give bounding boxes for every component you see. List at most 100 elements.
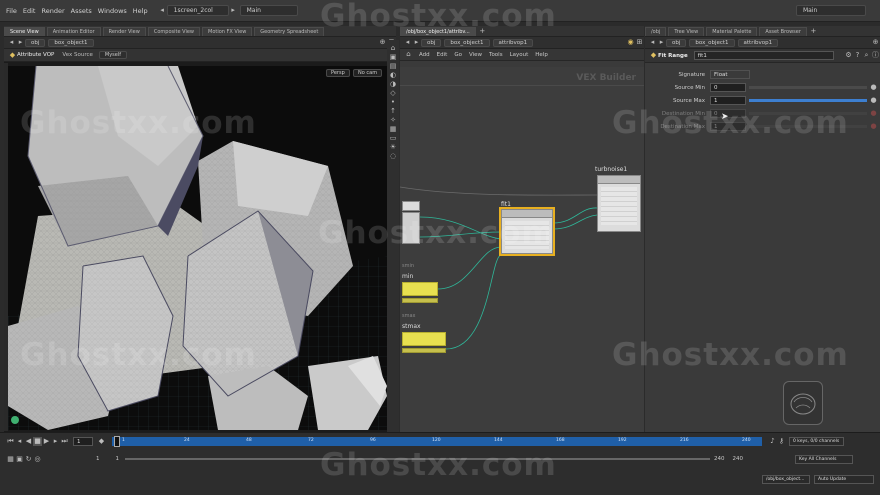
tab-motion-fx-view[interactable]: Motion FX View [202, 27, 253, 36]
audio-icon[interactable]: ♪ [768, 437, 777, 446]
persp-dropdown[interactable]: Persp [326, 69, 350, 77]
right-main-selector[interactable]: Main [796, 5, 866, 16]
key-all-channels-button[interactable]: Key All Channels [795, 454, 853, 464]
desktop-arrow-right-icon[interactable]: ▸ [229, 6, 238, 15]
range-start[interactable]: 1 [96, 456, 100, 462]
net-path-obj[interactable]: obj [421, 38, 442, 47]
help-icon[interactable]: ? [853, 51, 862, 60]
net-menu-layout[interactable]: Layout [510, 52, 529, 58]
source-min-slider[interactable] [749, 86, 867, 89]
myself-dropdown[interactable]: Myself [98, 51, 127, 59]
tab-composite-view[interactable]: Composite View [147, 27, 200, 36]
dest-min-slider[interactable] [749, 112, 867, 115]
net-menu-edit[interactable]: Edit [437, 52, 448, 58]
param-back-icon[interactable]: ◂ [648, 38, 657, 47]
play-icon[interactable]: ▶ [42, 437, 51, 446]
dest-max-field[interactable]: 1 [710, 122, 746, 131]
realtime-icon[interactable]: ▣ [15, 455, 24, 464]
net-path-attribvop[interactable]: attribvop1 [492, 38, 534, 47]
param-pin-icon[interactable]: ⊕ [871, 38, 880, 47]
range-end-field[interactable]: 240 [714, 456, 725, 462]
camera-dropdown[interactable]: No cam [353, 69, 383, 77]
main-selector[interactable]: Main [239, 5, 298, 16]
node-name-field[interactable]: fit1 [693, 51, 834, 60]
path-obj[interactable]: obj [25, 38, 46, 47]
range-end[interactable]: 240 [733, 456, 744, 462]
source-max-slider[interactable] [749, 99, 867, 102]
net-path-box-object[interactable]: box_object1 [444, 38, 490, 47]
display-icon[interactable]: ◐ [389, 71, 398, 80]
net-forward-icon[interactable]: ▸ [412, 38, 421, 47]
node-stmax-output[interactable] [402, 348, 446, 353]
param-path-box-object[interactable]: box_object1 [689, 38, 735, 47]
desktop-arrow-icon[interactable]: ◂ [158, 6, 167, 15]
network-canvas[interactable]: VEX Builder turbnoise1 fit1 smin min sma… [400, 67, 644, 432]
frame-ruler[interactable]: 1 24 48 72 96 120 144 168 192 216 240 [112, 435, 762, 447]
camera-icon[interactable]: ▭ [389, 134, 398, 143]
menu-windows[interactable]: Windows [98, 7, 127, 15]
menu-file[interactable]: File [6, 7, 17, 15]
back-icon[interactable]: ◂ [7, 38, 16, 47]
auto-update-dropdown[interactable]: Auto Update [814, 474, 874, 484]
tab-network-path[interactable]: /obj/box_object1/attribv... [400, 27, 476, 36]
normal-icon[interactable]: ↑ [389, 107, 398, 116]
key-filter-icon[interactable]: ⚷ [777, 437, 786, 446]
param-path-attribvop[interactable]: attribvop1 [737, 38, 779, 47]
current-frame-field[interactable]: 1 [73, 436, 93, 446]
wire-icon[interactable]: ◇ [389, 89, 398, 98]
pin-icon[interactable]: ⊕ [378, 38, 387, 47]
lock-icon[interactable]: ▤ [389, 62, 398, 71]
tab-obj[interactable]: /obj [645, 27, 667, 36]
net-menu-go[interactable]: Go [454, 52, 462, 58]
param-add-tab-icon[interactable]: + [809, 27, 818, 36]
net-menu-help[interactable]: Help [535, 52, 548, 58]
light-icon[interactable]: ☀ [389, 143, 398, 152]
source-min-channel-icon[interactable]: ● [869, 83, 878, 92]
net-menu-tools[interactable]: Tools [489, 52, 503, 58]
tab-asset-browser[interactable]: Asset Browser [759, 27, 807, 36]
loop-icon[interactable]: ↻ [24, 455, 33, 464]
node-fit[interactable] [499, 207, 555, 256]
net-menu-view[interactable]: View [469, 52, 482, 58]
3d-viewport[interactable]: Persp No cam [8, 66, 387, 430]
menu-help[interactable]: Help [133, 7, 148, 15]
tab-animation-editor[interactable]: Animation Editor [46, 27, 101, 36]
path-box-object[interactable]: box_object1 [48, 38, 94, 47]
tab-tree-view[interactable]: Tree View [668, 27, 705, 36]
node-stmax[interactable] [402, 332, 446, 346]
frame-icon[interactable]: ▣ [389, 53, 398, 62]
range-slider[interactable] [125, 458, 710, 460]
search-icon[interactable]: ⌕ [862, 51, 871, 60]
node-global-input[interactable] [402, 201, 420, 211]
net-tool-icon[interactable]: ⌂ [404, 50, 413, 59]
point-icon[interactable]: • [389, 98, 398, 107]
dest-max-channel-icon[interactable]: ● [869, 122, 878, 131]
last-frame-icon[interactable]: ⏭ [60, 437, 69, 446]
grid-icon[interactable]: ▦ [389, 125, 398, 134]
tab-render-view[interactable]: Render View [102, 27, 146, 36]
gear-icon[interactable]: ⚙ [844, 51, 853, 60]
step-back-icon[interactable]: ◂ [15, 437, 24, 446]
menu-assets[interactable]: Assets [71, 7, 92, 15]
range-start-field[interactable]: 1 [116, 456, 120, 462]
snap-icon[interactable]: ✧ [389, 116, 398, 125]
signature-dropdown[interactable]: Float [710, 70, 750, 79]
net-back-icon[interactable]: ◂ [403, 38, 412, 47]
net-link-icon[interactable]: ⊞ [635, 38, 644, 47]
add-tab-icon[interactable]: + [478, 27, 487, 36]
stop-icon[interactable]: ■ [33, 436, 42, 446]
net-menu-add[interactable]: Add [419, 52, 430, 58]
play-back-icon[interactable]: ◀ [24, 437, 33, 446]
dest-max-slider[interactable] [749, 125, 867, 128]
range-icon[interactable]: ▦ [6, 455, 15, 464]
sync-icon[interactable]: ◎ [33, 455, 42, 464]
menu-render[interactable]: Render [41, 7, 64, 15]
tab-material-palette[interactable]: Material Palette [706, 27, 758, 36]
param-forward-icon[interactable]: ▸ [657, 38, 666, 47]
source-min-field[interactable]: 0 [710, 83, 746, 92]
first-frame-icon[interactable]: ⏮ [6, 437, 15, 446]
shading-icon[interactable]: ◑ [389, 80, 398, 89]
net-pin-icon[interactable]: ◉ [626, 38, 635, 47]
step-forward-icon[interactable]: ▸ [51, 437, 60, 446]
source-max-field[interactable]: 1 [710, 96, 746, 105]
